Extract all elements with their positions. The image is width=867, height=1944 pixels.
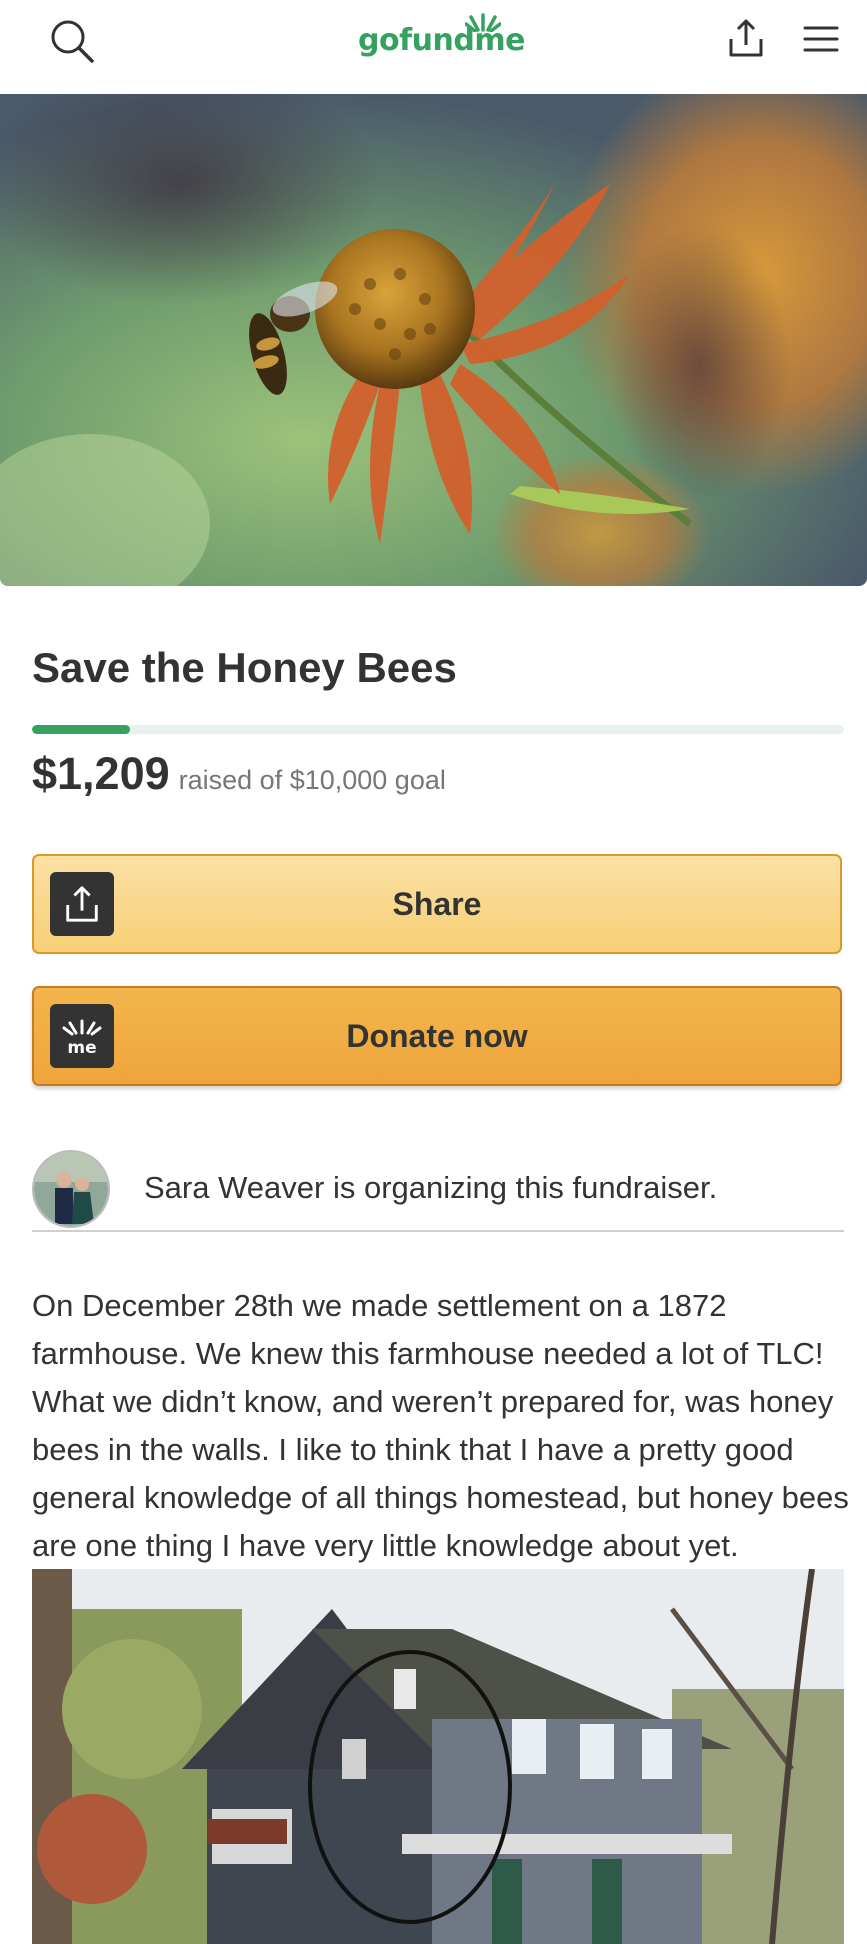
svg-text:me: me [67,1038,96,1056]
hero-image [0,94,867,586]
organizer-text: Sara Weaver is organizing this fundraise… [144,1170,718,1205]
logo-burst-icon [465,13,501,32]
gofundme-logo[interactable]: gofundme [358,13,525,64]
share-button-label: Share [392,885,482,922]
bee-flower-photo [0,94,867,586]
amount-row: $1,209 raised of $10,000 goal [32,748,446,800]
organizer-photo [34,1152,108,1226]
story-text: On December 28th we made settlement on a… [32,1288,849,1563]
search-icon [51,20,94,63]
farmhouse-photo [32,1569,844,1944]
avatar[interactable] [32,1150,110,1228]
organizer-row: Sara Weaver is organizing this fundraise… [32,1150,844,1232]
goal-text: raised of $10,000 goal [178,765,446,795]
share-icon [66,886,98,922]
progress-fill [32,725,131,734]
me-burst-icon: me [62,1019,102,1056]
share-icon [729,19,763,57]
menu-icon [803,26,839,52]
share-button[interactable]: Share [32,854,842,954]
header-share-button[interactable] [720,12,772,64]
share-button-icon-box [50,872,114,936]
menu-button[interactable] [796,14,846,64]
story-image [32,1569,844,1944]
top-bar: gofundme [0,0,867,94]
progress-bar [32,725,844,734]
campaign-title: Save the Honey Bees [32,644,457,691]
donate-button-label: Donate now [346,1017,528,1054]
raised-amount: $1,209 [32,748,170,799]
search-button[interactable] [45,14,99,68]
gofundme-me-icon: me [50,1004,114,1068]
donate-button[interactable]: me Donate now [32,986,842,1086]
